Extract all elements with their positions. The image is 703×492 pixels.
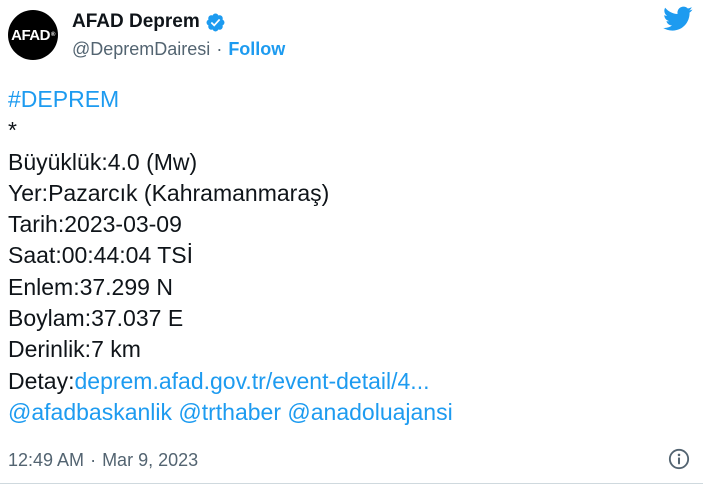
bullet-line: *	[8, 117, 17, 144]
hashtag-link[interactable]: #DEPREM	[8, 84, 698, 115]
detail-link[interactable]: deprem.afad.gov.tr/event-detail/4...	[74, 368, 429, 394]
timestamp-date: Mar 9, 2023	[102, 449, 199, 470]
follow-button[interactable]: Follow	[228, 39, 285, 60]
mention-afadbaskanlik[interactable]: @afadbaskanlik	[8, 399, 172, 425]
mention-anadoluajansi[interactable]: @anadoluajansi	[287, 399, 452, 425]
tweet-body: #DEPREM * Büyüklük:4.0 (Mw) Yer:Pazarcık…	[8, 84, 698, 428]
date-line: Tarih:2023-03-09	[8, 211, 182, 238]
avatar-text: AFAD	[11, 26, 50, 44]
avatar[interactable]: AFAD ®	[8, 10, 58, 60]
author-name-row: AFAD Deprem	[72, 10, 226, 34]
timestamp-separator: ·	[90, 449, 97, 470]
handle-row: @DepremDairesi · Follow	[72, 38, 285, 60]
tweet-timestamp[interactable]: 12:49 AM · Mar 9, 2023	[8, 448, 198, 472]
mention-trthaber[interactable]: @trthaber	[178, 399, 281, 425]
latitude-line: Enlem:37.299 N	[8, 273, 173, 300]
depth-line: Derinlik:7 km	[8, 336, 141, 363]
twitter-bird-icon[interactable]	[663, 6, 693, 32]
detail-line: Detay:deprem.afad.gov.tr/event-detail/4.…	[8, 366, 698, 397]
verified-badge-icon	[206, 13, 225, 31]
time-line: Saat:00:44:04 TSİ	[8, 242, 193, 269]
divider	[0, 483, 703, 484]
location-line: Yer:Pazarcık (Kahramanmaraş)	[8, 179, 330, 206]
timestamp-time: 12:49 AM	[8, 449, 85, 470]
mentions-line: @afadbaskanlik @trthaber @anadoluajansi	[8, 397, 698, 428]
detail-label: Detay:	[8, 367, 75, 394]
info-icon[interactable]	[668, 448, 690, 470]
handle[interactable]: @DepremDairesi	[72, 39, 210, 60]
magnitude-line: Büyüklük:4.0 (Mw)	[8, 148, 198, 175]
longitude-line: Boylam:37.037 E	[8, 305, 184, 332]
separator-dot: ·	[216, 38, 223, 59]
display-name[interactable]: AFAD Deprem	[72, 11, 200, 33]
